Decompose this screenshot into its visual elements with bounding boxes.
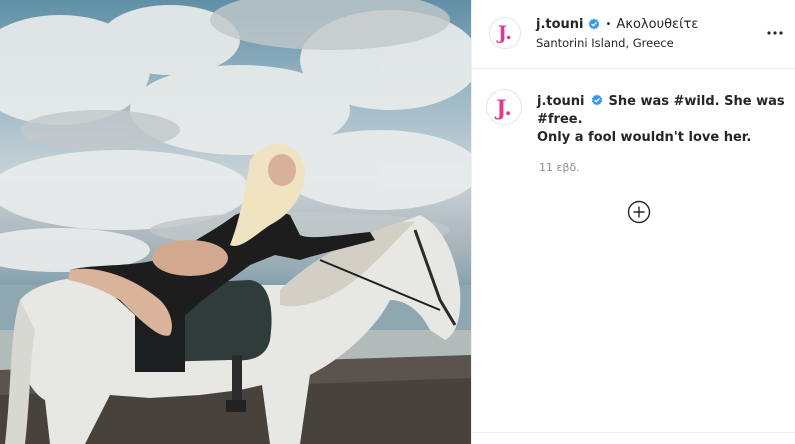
more-options-icon[interactable] [763, 23, 787, 43]
post-time-ago[interactable]: 11 εβδ. [539, 161, 580, 174]
follow-status-button[interactable]: Ακολουθείτε [616, 17, 698, 32]
post-location[interactable]: Santorini Island, Greece [536, 36, 674, 50]
avatar-letter: J. [497, 22, 513, 44]
post-details-panel: J. j.touni • Ακολουθείτε Santorini Islan… [471, 0, 795, 444]
post-photo[interactable] [0, 0, 471, 444]
post-header: J. j.touni • Ακολουθείτε Santorini Islan… [472, 0, 795, 69]
author-row: j.touni • Ακολουθείτε [536, 14, 698, 34]
caption-text-line2: Only a fool wouldn't love her. [537, 130, 752, 145]
post-photo-illustration [0, 0, 471, 444]
avatar-letter: J. [496, 94, 512, 120]
caption-username[interactable]: j.touni [537, 94, 585, 109]
post-caption: j.touni She was #wild. She was #free. Onl… [537, 93, 787, 147]
author-username[interactable]: j.touni [536, 17, 584, 32]
load-more-comments-icon[interactable] [627, 200, 651, 224]
verified-badge-icon [588, 18, 600, 30]
separator-dot: • [605, 18, 612, 30]
author-avatar[interactable]: J. [489, 17, 521, 49]
caption-author-avatar[interactable]: J. [486, 89, 522, 125]
verified-badge-icon [591, 94, 603, 106]
comments-section: J. j.touni She was #wild. She was #free. … [472, 69, 795, 434]
actions-bar [472, 432, 795, 444]
